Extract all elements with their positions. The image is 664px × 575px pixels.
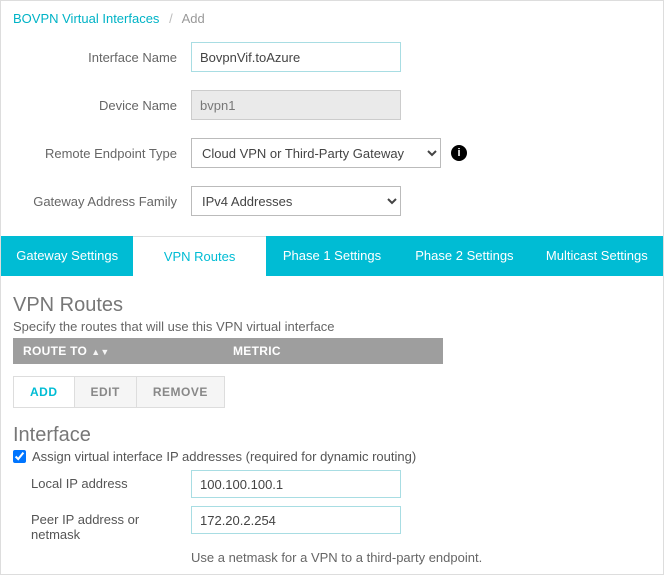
remove-button[interactable]: REMOVE [137,377,224,407]
peer-ip-label: Peer IP address or netmask [31,506,191,542]
remote-endpoint-select[interactable]: Cloud VPN or Third-Party Gateway [191,138,441,168]
local-ip-label: Local IP address [31,470,191,491]
add-button[interactable]: ADD [14,377,75,407]
assign-ip-label: Assign virtual interface IP addresses (r… [32,449,416,464]
tab-bar: Gateway Settings VPN Routes Phase 1 Sett… [1,236,663,276]
peer-ip-hint: Use a netmask for a VPN to a third-party… [191,550,651,565]
tab-phase1-settings[interactable]: Phase 1 Settings [266,236,398,276]
vpn-routes-desc: Specify the routes that will use this VP… [13,319,651,334]
edit-button[interactable]: EDIT [75,377,137,407]
assign-ip-checkbox[interactable] [13,450,26,463]
routes-table: ROUTE TO▲▼ METRIC [13,338,443,364]
sort-icon: ▲▼ [91,347,109,357]
breadcrumb: BOVPN Virtual Interfaces / Add [1,1,663,42]
breadcrumb-separator: / [169,11,173,26]
info-icon[interactable]: i [451,145,467,161]
gateway-family-select[interactable]: IPv4 Addresses [191,186,401,216]
breadcrumb-root[interactable]: BOVPN Virtual Interfaces [13,11,159,26]
tab-phase2-settings[interactable]: Phase 2 Settings [398,236,530,276]
tab-multicast-settings[interactable]: Multicast Settings [531,236,663,276]
interface-title: Interface [13,424,651,447]
vpn-routes-title: VPN Routes [13,294,651,317]
peer-ip-input[interactable] [191,506,401,534]
interface-name-label: Interface Name [13,50,191,65]
tab-vpn-routes[interactable]: VPN Routes [133,236,265,276]
routes-action-bar: ADD EDIT REMOVE [13,376,225,408]
remote-endpoint-label: Remote Endpoint Type [13,146,191,161]
local-ip-input[interactable] [191,470,401,498]
gateway-family-label: Gateway Address Family [13,194,191,209]
interface-name-input[interactable] [191,42,401,72]
col-metric[interactable]: METRIC [223,338,443,364]
col-route-to[interactable]: ROUTE TO▲▼ [13,338,223,364]
tab-gateway-settings[interactable]: Gateway Settings [1,236,133,276]
breadcrumb-current: Add [182,11,205,26]
device-name-input [191,90,401,120]
device-name-label: Device Name [13,98,191,113]
